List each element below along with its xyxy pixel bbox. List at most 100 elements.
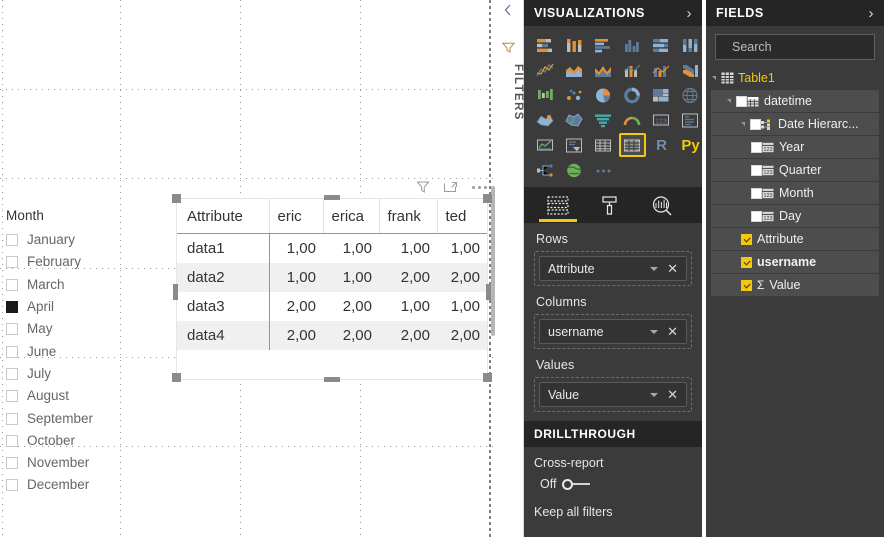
field-checkbox[interactable] (750, 118, 761, 130)
fields-pane[interactable]: FIELDS › Table1 datetime Date Hierarc... 1… (706, 0, 884, 537)
line-chart-icon[interactable] (532, 58, 559, 82)
field-checkbox[interactable] (751, 141, 762, 153)
slicer-checkbox[interactable] (6, 479, 18, 492)
well-chip-username[interactable]: username ✕ (539, 319, 687, 344)
kpi-icon[interactable] (532, 133, 559, 157)
slicer-item-january[interactable]: January (6, 229, 156, 251)
filter-funnel-icon[interactable] (415, 179, 431, 195)
slicer-checkbox[interactable] (6, 412, 18, 425)
search-box[interactable] (715, 34, 884, 60)
stacked-bar-chart-icon[interactable] (532, 33, 559, 57)
visual-pane-tabs[interactable] (524, 187, 702, 223)
fields-list[interactable]: datetime Date Hierarc... 123 Year 123 Quarter… (706, 90, 884, 296)
resize-handle-top-left[interactable] (172, 194, 181, 203)
map-icon[interactable] (677, 83, 702, 107)
matrix-column-header[interactable]: eric (269, 199, 324, 234)
slicer-checkbox[interactable] (6, 457, 18, 470)
month-slicer[interactable]: Month January February March April May June Ju… (6, 208, 156, 498)
fields-search-container[interactable] (706, 26, 884, 66)
matrix-row[interactable]: data3 2,00 2,00 1,00 1,00 (177, 292, 487, 321)
well-dropzone-rows[interactable]: Attribute ✕ (534, 251, 692, 286)
slicer-item-may[interactable]: May (6, 318, 156, 340)
waterfall-chart-icon[interactable] (532, 83, 559, 107)
focus-mode-icon[interactable] (443, 179, 459, 195)
matrix-column-header[interactable]: erica (323, 199, 380, 234)
field-item-day[interactable]: 123 Day (711, 205, 879, 227)
drillthrough-body[interactable]: Cross-report Off Keep all filters (524, 447, 702, 519)
well-chip-Attribute[interactable]: Attribute ✕ (539, 256, 687, 281)
field-item-attribute[interactable]: Attribute (711, 228, 879, 250)
more-visuals-icon[interactable] (590, 158, 617, 182)
line-stacked-column-chart-icon[interactable] (619, 58, 646, 82)
matrix-icon[interactable] (619, 133, 646, 157)
matrix-row[interactable]: data4 2,00 2,00 2,00 2,00 (177, 321, 487, 350)
visual-header-toolbar[interactable] (415, 176, 488, 198)
field-checkbox[interactable] (736, 95, 747, 107)
tab-format[interactable] (584, 188, 636, 222)
gauge-chart-icon[interactable] (619, 108, 646, 132)
100-stacked-bar-chart-icon[interactable] (648, 33, 675, 57)
funnel-chart-icon[interactable] (590, 108, 617, 132)
slicer-icon[interactable] (561, 133, 588, 157)
filled-map-icon[interactable] (532, 108, 559, 132)
slicer-checkbox[interactable] (6, 256, 18, 269)
multi-row-card-icon[interactable] (677, 108, 702, 132)
slicer-checkbox[interactable] (6, 434, 18, 447)
field-item-username[interactable]: username (711, 251, 879, 273)
slicer-item-december[interactable]: December (6, 474, 156, 496)
tab-analytics[interactable] (636, 188, 688, 222)
chevron-down-icon[interactable] (650, 329, 659, 334)
slicer-item-june[interactable]: June (6, 340, 156, 362)
matrix-column-header[interactable]: frank (379, 199, 438, 234)
slicer-item-july[interactable]: July (6, 363, 156, 385)
search-input[interactable] (732, 40, 884, 54)
stacked-column-chart-icon[interactable] (561, 33, 588, 57)
slicer-checkbox[interactable] (6, 367, 18, 380)
resize-handle-top[interactable] (324, 195, 340, 200)
slicer-item-april[interactable]: April (6, 296, 156, 318)
field-checkbox[interactable] (751, 210, 762, 222)
report-canvas[interactable]: Month January February March April May June Ju… (0, 0, 495, 537)
field-checkbox[interactable] (751, 164, 762, 176)
100-stacked-column-chart-icon[interactable] (677, 33, 702, 57)
card-icon[interactable]: 123 (648, 108, 675, 132)
slicer-item-march[interactable]: March (6, 274, 156, 296)
chevron-left-icon[interactable] (502, 3, 514, 17)
resize-handle-bottom-left[interactable] (172, 373, 181, 382)
matrix-row[interactable]: data1 1,00 1,00 1,00 1,00 (177, 233, 487, 263)
field-item-datetime[interactable]: datetime (711, 90, 879, 112)
arcgis-map-icon[interactable] (561, 158, 588, 182)
scatter-chart-icon[interactable] (561, 83, 588, 107)
resize-handle-top-right[interactable] (483, 194, 492, 203)
treemap-icon[interactable] (648, 83, 675, 107)
slicer-checkbox[interactable] (6, 301, 18, 314)
field-checkbox[interactable] (741, 233, 752, 245)
pie-chart-icon[interactable] (590, 83, 617, 107)
field-checkbox[interactable] (751, 187, 762, 199)
shape-map-icon[interactable] (561, 108, 588, 132)
table-icon[interactable] (590, 133, 617, 157)
fields-table-Table1[interactable]: Table1 (706, 66, 884, 89)
decomposition-tree-icon[interactable] (532, 158, 559, 182)
field-checkbox[interactable] (741, 279, 752, 291)
resize-handle-left[interactable] (173, 284, 178, 300)
resize-handle-bottom-right[interactable] (483, 373, 492, 382)
slicer-item-august[interactable]: August (6, 385, 156, 407)
chevron-right-icon[interactable]: › (686, 6, 692, 21)
cross-report-toggle-row[interactable]: Off (540, 477, 692, 491)
well-chip-Value[interactable]: Value ✕ (539, 382, 687, 407)
python-visual-icon[interactable]: Py (677, 133, 702, 157)
tab-fields[interactable] (532, 188, 584, 222)
well-dropzone-columns[interactable]: username ✕ (534, 314, 692, 349)
matrix-visual[interactable]: Attribute eric erica frank ted data1 1,00 1,00… (176, 198, 488, 380)
field-item-month[interactable]: 123 Month (711, 182, 879, 204)
more-options-icon[interactable] (471, 179, 488, 195)
field-item-year[interactable]: 123 Year (711, 136, 879, 158)
matrix-column-header[interactable]: Attribute (177, 199, 270, 234)
resize-handle-bottom[interactable] (324, 377, 340, 382)
remove-field-icon[interactable]: ✕ (667, 388, 680, 401)
slicer-item-september[interactable]: September (6, 407, 156, 429)
field-item-datehierarc[interactable]: Date Hierarc... (711, 113, 879, 135)
well-dropzone-values[interactable]: Value ✕ (534, 377, 692, 412)
matrix-visual-container[interactable]: Attribute eric erica frank ted data1 1,00 1,00… (172, 176, 492, 388)
